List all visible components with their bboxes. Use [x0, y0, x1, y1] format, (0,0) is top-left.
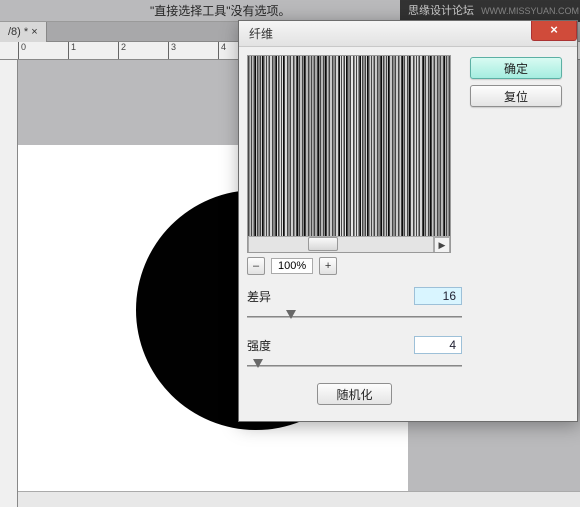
strength-input[interactable]: 4	[414, 336, 462, 354]
fiber-texture	[248, 56, 450, 252]
close-button[interactable]: ×	[531, 21, 577, 41]
document-tab[interactable]: /8) * ×	[0, 22, 47, 42]
variance-handle[interactable]	[286, 310, 296, 319]
dialog-titlebar[interactable]: 纤维 ×	[239, 21, 577, 47]
dialog-title: 纤维	[249, 27, 273, 41]
minus-icon: –	[253, 260, 259, 272]
preview-scrollbar[interactable]: ▶	[248, 236, 450, 252]
watermark-sub: WWW.MISSYUAN.COM	[481, 6, 579, 16]
filter-preview[interactable]: ▶	[247, 55, 451, 253]
watermark: 思缘设计论坛 WWW.MISSYUAN.COM	[400, 0, 580, 22]
close-icon: ×	[550, 22, 558, 37]
ok-button[interactable]: 确定	[470, 57, 562, 79]
options-text: "直接选择工具"没有选项。	[150, 4, 291, 18]
tab-label: /8) * ×	[8, 26, 38, 38]
zoom-controls: – 100% +	[247, 257, 462, 275]
watermark-main: 思缘设计论坛	[408, 5, 474, 17]
strength-slider[interactable]	[247, 359, 462, 373]
plus-icon: +	[325, 260, 331, 272]
zoom-value[interactable]: 100%	[271, 258, 313, 274]
param-variance: 差异 16	[247, 287, 462, 324]
canvas-scrollbar-horizontal[interactable]	[18, 491, 580, 507]
variance-slider[interactable]	[247, 310, 462, 324]
zoom-in-button[interactable]: +	[319, 257, 337, 275]
param-strength: 强度 4	[247, 336, 462, 373]
ruler-vertical	[0, 60, 18, 507]
fibers-dialog: 纤维 × ▶ – 100% + 差异 16	[238, 20, 578, 422]
variance-input[interactable]: 16	[414, 287, 462, 305]
strength-handle[interactable]	[253, 359, 263, 368]
zoom-out-button[interactable]: –	[247, 257, 265, 275]
randomize-button[interactable]: 随机化	[317, 383, 391, 405]
variance-label: 差异	[247, 288, 271, 305]
scroll-thumb[interactable]	[308, 237, 338, 251]
strength-label: 强度	[247, 337, 271, 354]
reset-button[interactable]: 复位	[470, 85, 562, 107]
scroll-right-icon[interactable]: ▶	[434, 237, 450, 253]
